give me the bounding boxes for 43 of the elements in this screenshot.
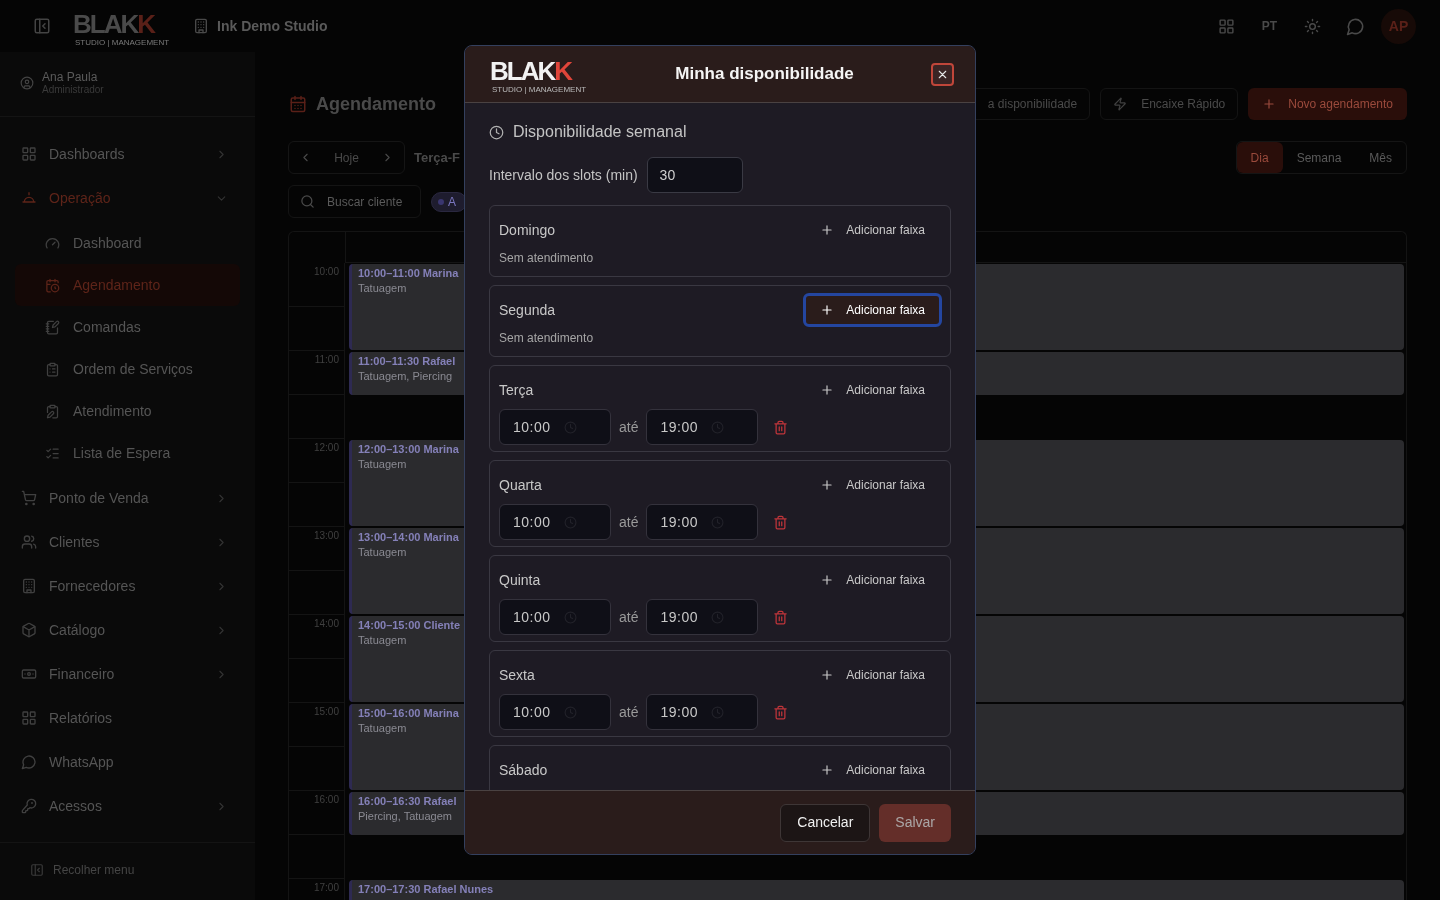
time-label: 11:00 [314, 353, 339, 367]
appointment-title: 17:00–17:30 Rafael Nunes [358, 882, 494, 897]
empty-state-text: Sem atendimento [499, 250, 595, 266]
appointment-services: Tatuagem [358, 545, 407, 560]
day-name: Terça [499, 380, 535, 400]
appointment-title: 12:00–13:00 Marina [358, 442, 459, 457]
date-label: Terça-F [414, 148, 460, 167]
range-separator: até [619, 417, 639, 437]
page-title: Agendamento [316, 92, 436, 116]
day-name: Quarta [499, 475, 543, 495]
day-name: Quinta [499, 570, 542, 590]
logo-tagline: STUDIO | MANAGEMENT [75, 39, 170, 47]
appointment-title: 15:00–16:00 Marina [358, 706, 459, 721]
appointment-title: 16:00–16:30 Rafael [358, 794, 457, 809]
user-name: Ana Paula [42, 69, 99, 84]
time-label: 13:00 [313, 529, 339, 543]
empty-state-text: Sem atendimento [499, 330, 595, 346]
day-name: Sexta [499, 665, 536, 685]
dialog-title: Minha disponibilidade [674, 63, 855, 86]
appointment-services: Piercing, Tatuagem [358, 809, 452, 824]
day-name: Domingo [499, 220, 557, 240]
interval-label: Intervalo dos slots (min) [489, 165, 638, 185]
appointment-title: 10:00–11:00 Marina [358, 266, 459, 281]
appointment-services: Tatuagem [358, 721, 407, 736]
appointment-title: 14:00–15:00 Cliente [358, 618, 461, 633]
time-label: 14:00 [313, 617, 339, 631]
appointment-services: Tatuagem [358, 281, 407, 296]
workspace-name: Ink Demo Studio [217, 16, 328, 36]
logo-wordmark: BLAKK [490, 58, 571, 84]
appointment-services: Tatuagem [358, 633, 407, 648]
time-label: 12:00 [313, 441, 339, 455]
day-name: Segunda [499, 300, 557, 320]
appointment-title: 13:00–14:00 Marina [358, 530, 459, 545]
time-label: 16:00 [313, 793, 339, 807]
appointment-title: 11:00–11:30 Rafael [358, 354, 456, 369]
range-separator: até [619, 607, 639, 627]
appointment-services: Tatuagem, Piercing [358, 369, 453, 384]
appointment-services: Tatuagem [358, 457, 407, 472]
section-heading: Disponibilidade semanal [513, 122, 687, 142]
range-separator: até [619, 702, 639, 722]
logo-wordmark: BLAKK [73, 11, 154, 37]
logo-tagline: STUDIO | MANAGEMENT [492, 86, 587, 94]
day-name: Sábado [499, 760, 549, 780]
